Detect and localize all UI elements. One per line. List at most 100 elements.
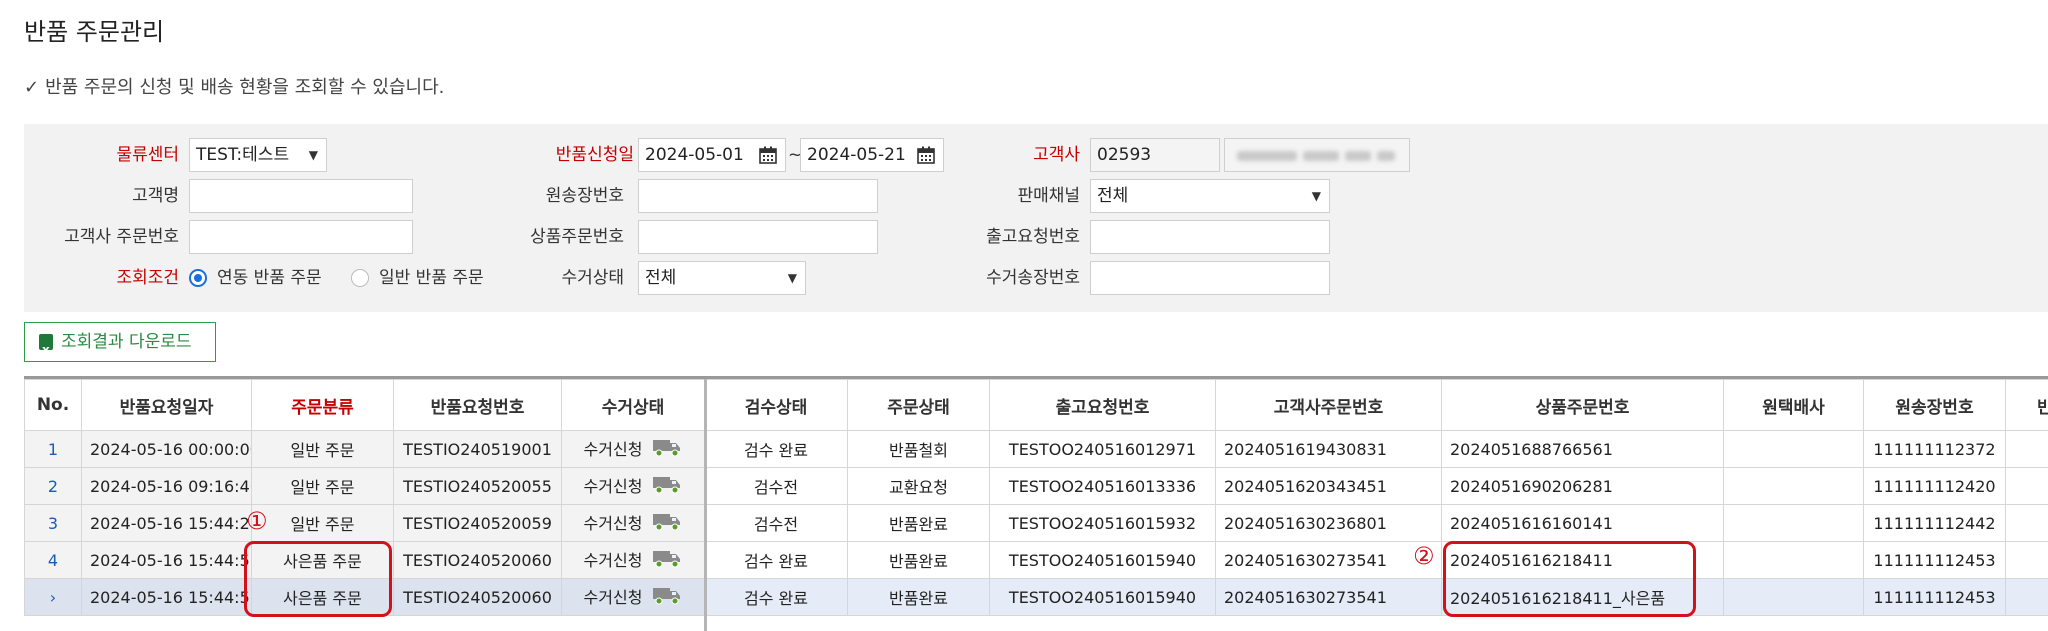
cell-order-status[interactable]: 반품완료 bbox=[848, 505, 990, 542]
cell-original-courier[interactable] bbox=[1724, 542, 1864, 579]
cell-order-status[interactable]: 반품완료 bbox=[848, 579, 990, 616]
radio-linked-return[interactable] bbox=[189, 269, 207, 287]
cell-no[interactable]: 2 bbox=[25, 468, 82, 505]
cell-release-no[interactable]: TESTOO240516013336 bbox=[990, 468, 1216, 505]
table-row[interactable]: 22024-05-16 09:16:46일반 주문TESTIO240520055… bbox=[25, 468, 2048, 505]
client-order-no-input[interactable] bbox=[189, 220, 413, 254]
cell-order-category[interactable]: 일반 주문 bbox=[252, 431, 394, 468]
cell-original-invoice[interactable]: 111111112453 bbox=[1864, 542, 2006, 579]
cell-pickup-status[interactable]: 수거신청 bbox=[562, 505, 705, 542]
truck-icon[interactable] bbox=[652, 549, 682, 573]
column-header-order-status[interactable]: 주문상태 bbox=[848, 380, 990, 431]
cell-release-no[interactable]: TESTOO240516015940 bbox=[990, 542, 1216, 579]
table-row[interactable]: 12024-05-16 00:00:00일반 주문TESTIO240519001… bbox=[25, 431, 2048, 468]
cell-client-order-no[interactable]: 2024051630273541 bbox=[1216, 579, 1442, 616]
cell-release-no[interactable]: TESTOO240516015940 bbox=[990, 579, 1216, 616]
cell-truncated[interactable] bbox=[2006, 431, 2048, 468]
download-results-button[interactable]: 조회결과 다운로드 bbox=[24, 322, 216, 362]
sales-channel-select[interactable]: 전체 ▼ bbox=[1090, 179, 1330, 213]
cell-original-invoice[interactable]: 111111112453 bbox=[1864, 579, 2006, 616]
cell-pickup-status[interactable]: 수거신청 bbox=[562, 468, 705, 505]
column-header-return-date[interactable]: 반품요청일자 bbox=[82, 380, 252, 431]
pickup-invoice-input[interactable] bbox=[1090, 261, 1330, 295]
column-header-order-category[interactable]: 주문분류 bbox=[252, 380, 394, 431]
cell-pickup-status[interactable]: 수거신청 bbox=[562, 579, 705, 616]
date-from-input[interactable]: 2024-05-01 bbox=[638, 138, 786, 172]
cell-original-invoice[interactable]: 111111112420 bbox=[1864, 468, 2006, 505]
cell-original-courier[interactable] bbox=[1724, 468, 1864, 505]
cell-pickup-status[interactable]: 수거신청 bbox=[562, 431, 705, 468]
truck-icon[interactable] bbox=[652, 586, 682, 610]
cell-release-no[interactable]: TESTOO240516012971 bbox=[990, 431, 1216, 468]
cell-truncated[interactable] bbox=[2006, 542, 2048, 579]
product-order-no-input[interactable] bbox=[638, 220, 878, 254]
cell-client-order-no[interactable]: 2024051619430831 bbox=[1216, 431, 1442, 468]
column-header-client-order-no[interactable]: 고객사주문번호 bbox=[1216, 380, 1442, 431]
calendar-icon[interactable] bbox=[759, 146, 777, 164]
frozen-column-divider[interactable] bbox=[704, 379, 707, 631]
cell-return-date[interactable]: 2024-05-16 15:44:51 bbox=[82, 542, 252, 579]
column-header-original-courier[interactable]: 원택배사 bbox=[1724, 380, 1864, 431]
truck-icon[interactable] bbox=[652, 438, 682, 462]
cell-original-courier[interactable] bbox=[1724, 431, 1864, 468]
column-header-pickup-status[interactable]: 수거상태 bbox=[562, 380, 705, 431]
release-request-no-input[interactable] bbox=[1090, 220, 1330, 254]
cell-no[interactable]: › bbox=[25, 579, 82, 616]
cell-no[interactable]: 1 bbox=[25, 431, 82, 468]
cell-inspection-status[interactable]: 검수전 bbox=[705, 468, 848, 505]
column-header-original-invoice[interactable]: 원송장번호 bbox=[1864, 380, 2006, 431]
customer-name-input[interactable] bbox=[189, 179, 413, 213]
pickup-status-select[interactable]: 전체 ▼ bbox=[638, 261, 806, 295]
cell-original-courier[interactable] bbox=[1724, 579, 1864, 616]
cell-return-no[interactable]: TESTIO240520060 bbox=[394, 579, 562, 616]
original-invoice-input[interactable] bbox=[638, 179, 878, 213]
table-row[interactable]: 32024-05-16 15:44:25일반 주문TESTIO240520059… bbox=[25, 505, 2048, 542]
cell-inspection-status[interactable]: 검수 완료 bbox=[705, 579, 848, 616]
cell-client-order-no[interactable]: 2024051620343451 bbox=[1216, 468, 1442, 505]
cell-inspection-status[interactable]: 검수전 bbox=[705, 505, 848, 542]
truck-icon[interactable] bbox=[652, 475, 682, 499]
column-header-product-order-no[interactable]: 상품주문번호 bbox=[1442, 380, 1724, 431]
cell-return-no[interactable]: TESTIO240519001 bbox=[394, 431, 562, 468]
column-header-return-no[interactable]: 반품요청번호 bbox=[394, 380, 562, 431]
column-header-inspection-status[interactable]: 검수상태 bbox=[705, 380, 848, 431]
radio-linked-return-label[interactable]: 연동 반품 주문 bbox=[217, 261, 322, 295]
cell-return-date[interactable]: 2024-05-16 09:16:46 bbox=[82, 468, 252, 505]
cell-product-order-no[interactable]: 2024051688766561 bbox=[1442, 431, 1724, 468]
column-header-no[interactable]: No. bbox=[25, 380, 82, 431]
cell-original-courier[interactable] bbox=[1724, 505, 1864, 542]
radio-general-return[interactable] bbox=[351, 269, 369, 287]
cell-truncated[interactable] bbox=[2006, 505, 2048, 542]
cell-return-no[interactable]: TESTIO240520055 bbox=[394, 468, 562, 505]
column-header-truncated[interactable]: 반 bbox=[2006, 380, 2048, 431]
cell-order-category[interactable]: 일반 주문 bbox=[252, 505, 394, 542]
cell-return-no[interactable]: TESTIO240520059 bbox=[394, 505, 562, 542]
date-to-input[interactable]: 2024-05-21 bbox=[800, 138, 944, 172]
cell-inspection-status[interactable]: 검수 완료 bbox=[705, 542, 848, 579]
cell-pickup-status[interactable]: 수거신청 bbox=[562, 542, 705, 579]
cell-product-order-no[interactable]: 2024051690206281 bbox=[1442, 468, 1724, 505]
cell-order-status[interactable]: 교환요청 bbox=[848, 468, 990, 505]
cell-no[interactable]: 4 bbox=[25, 542, 82, 579]
cell-no[interactable]: 3 bbox=[25, 505, 82, 542]
cell-truncated[interactable] bbox=[2006, 579, 2048, 616]
cell-client-order-no[interactable]: 2024051630273541 bbox=[1216, 542, 1442, 579]
cell-order-status[interactable]: 반품철회 bbox=[848, 431, 990, 468]
center-select[interactable]: TEST:테스트 ▼ bbox=[189, 138, 327, 172]
cell-return-no[interactable]: TESTIO240520060 bbox=[394, 542, 562, 579]
client-code-input[interactable]: 02593 bbox=[1090, 138, 1220, 172]
truck-icon[interactable] bbox=[652, 512, 682, 536]
column-header-release-no[interactable]: 출고요청번호 bbox=[990, 380, 1216, 431]
cell-inspection-status[interactable]: 검수 완료 bbox=[705, 431, 848, 468]
cell-release-no[interactable]: TESTOO240516015932 bbox=[990, 505, 1216, 542]
cell-order-status[interactable]: 반품완료 bbox=[848, 542, 990, 579]
cell-return-date[interactable]: 2024-05-16 15:44:51 bbox=[82, 579, 252, 616]
cell-truncated[interactable] bbox=[2006, 468, 2048, 505]
cell-product-order-no[interactable]: 2024051616160141 bbox=[1442, 505, 1724, 542]
cell-original-invoice[interactable]: 111111112372 bbox=[1864, 431, 2006, 468]
cell-order-category[interactable]: 일반 주문 bbox=[252, 468, 394, 505]
cell-return-date[interactable]: 2024-05-16 15:44:25 bbox=[82, 505, 252, 542]
cell-original-invoice[interactable]: 111111112442 bbox=[1864, 505, 2006, 542]
cell-client-order-no[interactable]: 2024051630236801 bbox=[1216, 505, 1442, 542]
cell-return-date[interactable]: 2024-05-16 00:00:00 bbox=[82, 431, 252, 468]
